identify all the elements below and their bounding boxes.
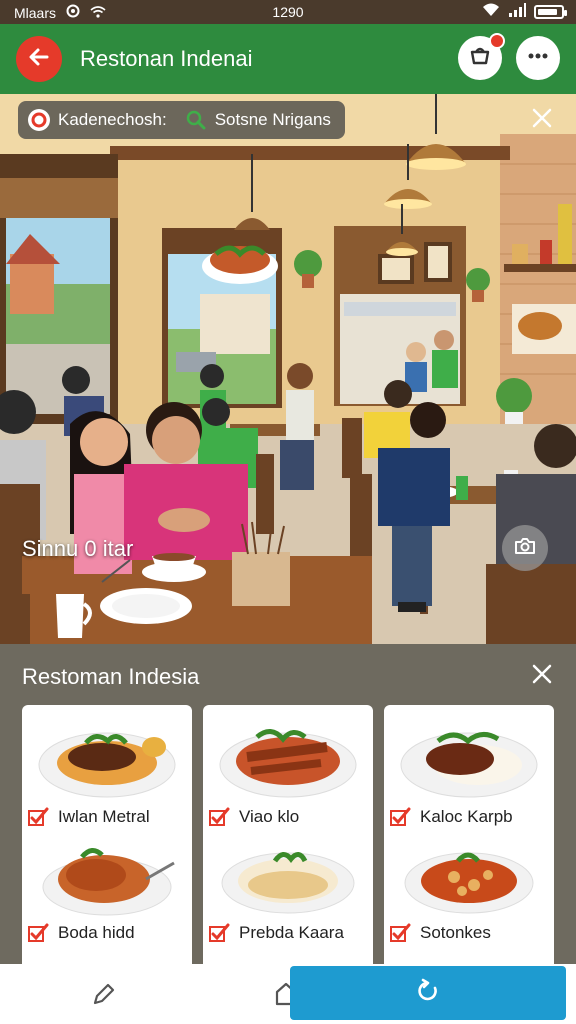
dish-sheet: Restoman Indesia Iwlan Metral Boda hidd [0, 644, 576, 964]
arrow-left-icon [27, 45, 51, 74]
dish-image [404, 852, 534, 914]
edit-icon [89, 979, 119, 1014]
filter-bar: Kadenechosh: Sotsne Nrigans [18, 101, 345, 139]
filter-chip-label: Sotsne Nrigans [214, 110, 331, 129]
check-icon [390, 923, 412, 948]
filter-chip-category[interactable]: Sotsne Nrigans [185, 109, 331, 131]
filter-chip-label: Kadenechosh: [58, 110, 167, 129]
check-icon [209, 923, 231, 948]
dish-name: Viao klo [239, 807, 300, 826]
cart-button[interactable] [458, 33, 505, 80]
dish-card[interactable]: Kaloc Karpb Sotonkes [384, 705, 554, 964]
dish-image [400, 732, 538, 798]
close-sheet-button[interactable] [526, 660, 558, 692]
back-button[interactable] [16, 36, 62, 82]
dish-name: Sotonkes [420, 923, 491, 942]
battery-icon [534, 4, 567, 19]
app-bar: Restonan Indenai [0, 24, 576, 94]
nav-edit-button[interactable] [86, 978, 122, 1014]
battery-fill [538, 8, 557, 15]
notification-badge [489, 33, 505, 49]
filter-chip-location[interactable]: Kadenechosh: [28, 109, 167, 131]
leaf-icon [185, 109, 207, 131]
dish-image [221, 852, 355, 914]
more-dots-icon [526, 44, 550, 73]
scene-caption: Sinnu 0 itar [22, 536, 134, 561]
dish-card[interactable]: Viao klo Prebda Kaara [203, 705, 373, 964]
location-pin-icon [28, 109, 50, 131]
wifi-icon [482, 3, 500, 20]
dish-name: Iwlan Metral [58, 807, 150, 826]
close-icon [531, 107, 553, 134]
dish-name: Prebda Kaara [239, 923, 344, 942]
dish-name: Boda hidd [58, 923, 135, 942]
camera-icon [512, 533, 538, 564]
cart-icon [468, 44, 492, 73]
bottom-nav [0, 964, 576, 1024]
close-icon [531, 663, 553, 690]
dish-image [219, 729, 357, 798]
status-bar: Mlaars 1290 [0, 0, 576, 24]
signal-icon [508, 3, 526, 20]
more-button[interactable] [516, 36, 560, 80]
check-icon [390, 807, 412, 832]
camera-button[interactable] [502, 525, 548, 571]
sheet-title: Restoman Indesia [22, 664, 200, 689]
check-icon [28, 923, 50, 948]
page-title: Restonan Indenai [80, 46, 253, 71]
dish-image [38, 732, 176, 798]
check-icon [209, 807, 231, 832]
check-icon [28, 807, 50, 832]
dish-name: Kaloc Karpb [420, 807, 513, 826]
dish-card[interactable]: Iwlan Metral Boda hidd [22, 705, 192, 964]
nav-refresh-button[interactable] [290, 966, 566, 1020]
refresh-icon [413, 976, 443, 1011]
dish-image [42, 848, 175, 916]
close-filters-button[interactable] [526, 104, 558, 136]
